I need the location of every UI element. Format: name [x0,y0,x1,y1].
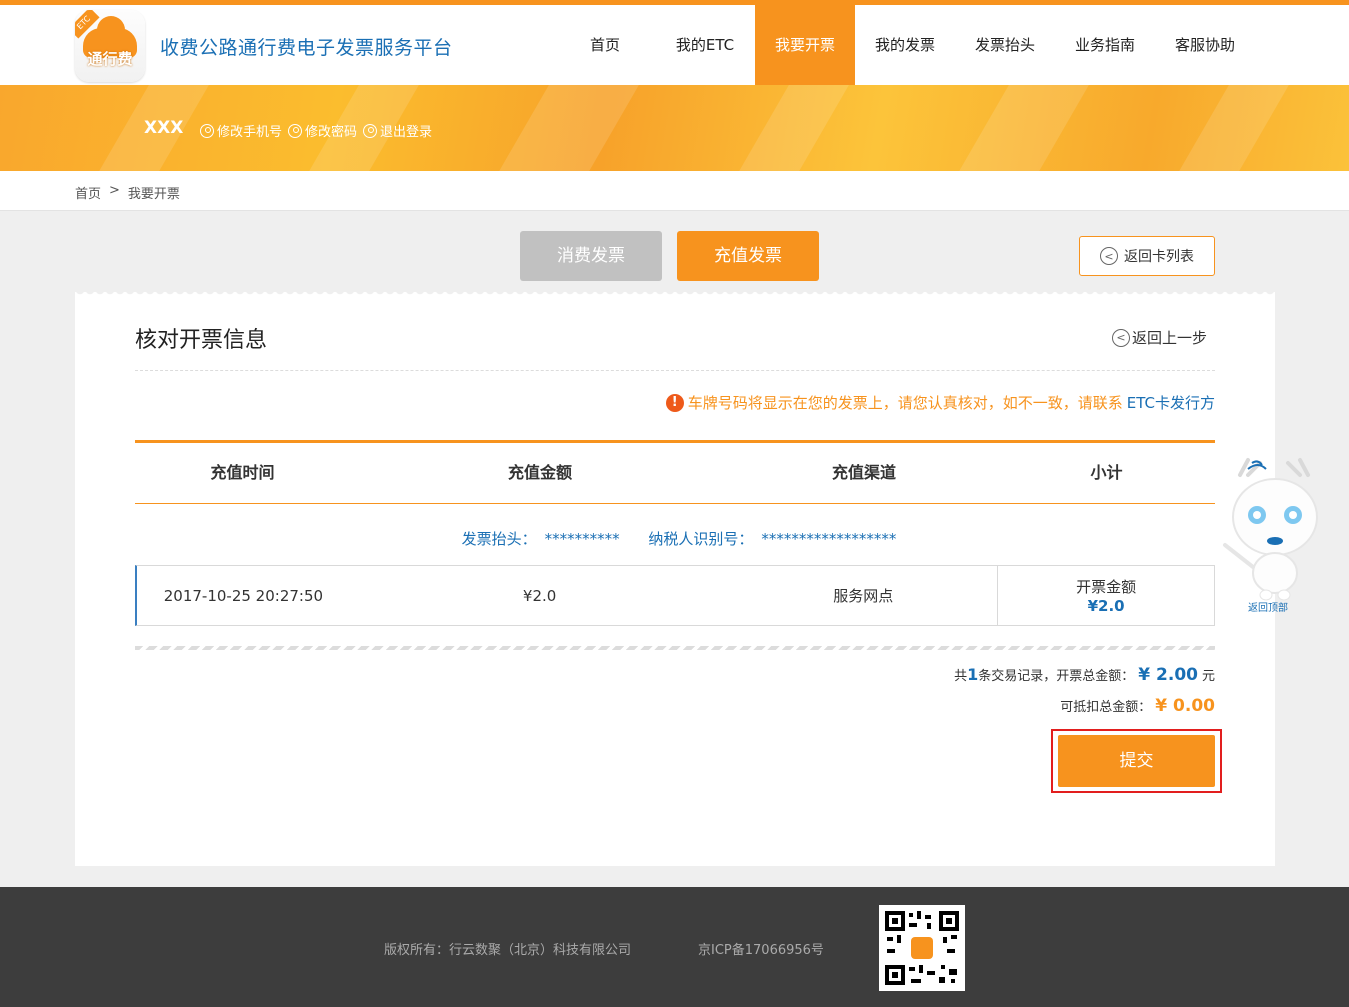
total-amount: ¥ 2.00 [1138,665,1198,685]
main-nav: 首页 我的ETC 我要开票 我的发票 发票抬头 业务指南 客服协助 [555,5,1255,85]
nav-item-issue-invoice[interactable]: 我要开票 [755,5,855,85]
change-password-label: 修改密码 [305,125,358,140]
breadcrumb: 首页 > 我要开票 [75,183,180,202]
nav-item-invoice-titles[interactable]: 发票抬头 [955,5,1055,85]
subtotal-amount: ¥2.0 [1087,597,1125,615]
column-header-channel: 充值渠道 [831,463,896,482]
cell-subtotal: 开票金额 ¥2.0 [997,566,1214,625]
warning-icon: ! [665,393,684,412]
deductible-label: 可抵扣总金额： [1060,700,1152,715]
back-step-label: 返回上一步 [1132,329,1208,347]
logout-link[interactable]: 退出登录 [363,121,432,140]
nav-item-home[interactable]: 首页 [555,5,655,85]
notice-text: 车牌号码将显示在您的发票上，请您认真核对，如不一致，请联系 [687,394,1123,412]
column-header-subtotal: 小计 [1090,463,1123,482]
change-phone-label: 修改手机号 [217,125,283,140]
breadcrumb-separator: > [109,183,120,198]
breadcrumb-bar: 首页 > 我要开票 [0,171,1349,211]
back-to-top-label: 返回顶部 [1248,603,1288,614]
breadcrumb-current: 我要开票 [127,187,180,202]
record-count: 1 [967,665,979,684]
divider [135,646,1215,650]
nav-item-guide[interactable]: 业务指南 [1055,5,1155,85]
submit-button[interactable]: 提交 [1058,735,1215,787]
card-scalloped-edge [75,290,1275,296]
deductible-summary: 可抵扣总金额： ¥ 0.00 [1060,696,1215,716]
invoice-review-card: 核对开票信息 < 返回上一步 ! 车牌号码将显示在您的发票上，请您认真核对，如不… [75,292,1275,866]
cell-recharge-amount: ¥2.0 [522,586,557,605]
subtotal-label: 开票金额 [1076,578,1137,596]
summary-prefix: 共 [954,669,968,684]
nav-item-support[interactable]: 客服协助 [1155,5,1255,85]
user-icon [363,123,378,138]
site-logo[interactable]: ETC 通行费 [75,10,145,82]
taxpayer-label: 纳税人识别号： [648,530,754,548]
user-icon [200,123,214,138]
change-password-link[interactable]: 修改密码 [288,121,357,140]
icp-number[interactable]: 京ICP备17066956号 [698,939,824,958]
column-header-amount: 充值金额 [507,463,572,482]
header: ETC 通行费 收费公路通行费电子发票服务平台 首页 我的ETC 我要开票 我的… [0,5,1349,85]
change-phone-link[interactable]: 修改手机号 [200,121,282,140]
table-header: 充值时间 充值金额 充值渠道 小计 [135,440,1215,504]
table-row: 2017-10-25 20:27:50 ¥2.0 服务网点 开票金额 ¥2.0 [135,565,1215,626]
summary-text: 条交易记录，开票总金额： [978,669,1135,684]
back-to-card-list-button[interactable]: < 返回卡列表 [1079,236,1215,276]
arrow-left-icon: < [1112,328,1130,347]
user-name: XXX [144,118,184,138]
tab-consume-invoice[interactable]: 消费发票 [520,231,662,281]
taxpayer-value: ****************** [761,530,897,548]
divider [135,370,1215,371]
copyright: 版权所有：行云数聚（北京）科技有限公司 [384,943,632,958]
currency-unit: 元 [1201,669,1215,684]
invoice-title-value: ********** [544,530,620,548]
deductible-amount: ¥ 0.00 [1155,696,1215,716]
cell-recharge-channel: 服务网点 [833,587,894,605]
arrow-left-icon: < [1100,247,1118,265]
breadcrumb-home[interactable]: 首页 [75,183,101,202]
footer: 版权所有：行云数聚（北京）科技有限公司 京ICP备17066956号 [0,887,1349,1007]
user-icon [288,123,303,138]
user-banner: XXX 修改手机号 修改密码 退出登录 [0,85,1349,171]
mascot-icon [1223,458,1318,601]
nav-item-my-invoices[interactable]: 我的发票 [855,5,955,85]
qr-code-icon [883,909,961,987]
nav-item-my-etc[interactable]: 我的ETC [655,5,755,85]
column-header-time: 充值时间 [210,463,275,482]
invoice-title-label: 发票抬头： [461,530,537,548]
plate-notice: ! 车牌号码将显示在您的发票上，请您认真核对，如不一致，请联系 ETC卡发行方 [665,392,1215,413]
tab-recharge-invoice[interactable]: 充值发票 [677,231,819,281]
back-to-card-list-label: 返回卡列表 [1124,249,1194,265]
qr-code [879,905,965,991]
cell-recharge-time: 2017-10-25 20:27:50 [163,586,324,605]
etc-issuer-link[interactable]: ETC卡发行方 [1127,392,1215,413]
site-title: 收费公路通行费电子发票服务平台 [160,37,453,59]
back-step-button[interactable]: < 返回上一步 [1112,327,1207,348]
user-links: 修改手机号 修改密码 退出登录 [200,121,432,140]
page-title: 核对开票信息 [135,328,268,353]
back-to-top-mascot[interactable]: 返回顶部 [1220,455,1330,615]
submit-highlight: 提交 [1051,729,1222,793]
logout-label: 退出登录 [380,125,433,140]
logo-text: 通行费 [87,50,133,68]
total-summary: 共 1 条交易记录，开票总金额： ¥ 2.00 元 [954,665,1215,685]
invoice-title-info: 发票抬头： ********** 纳税人识别号： *****************… [135,528,1215,549]
